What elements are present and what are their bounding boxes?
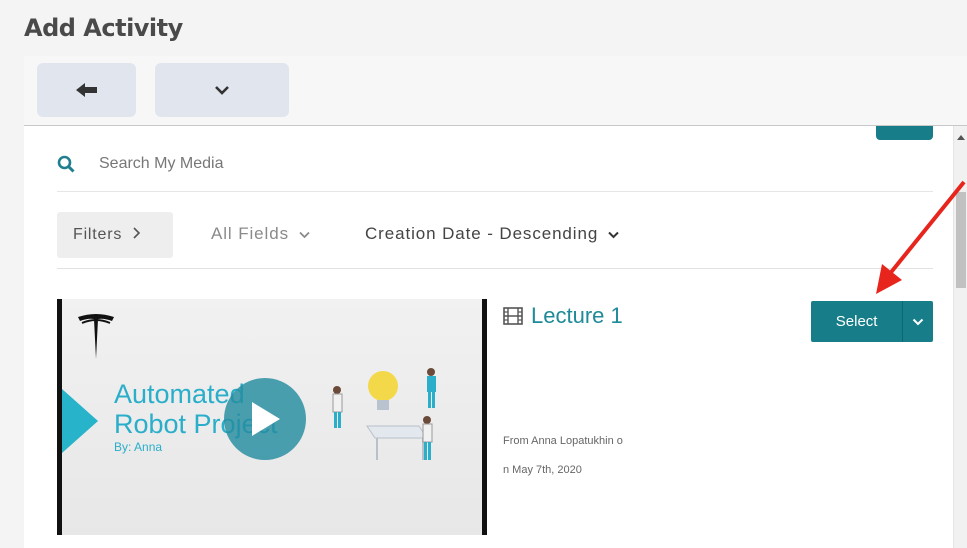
thumbnail-byline: By: Anna [114,440,163,454]
chevron-down-icon [215,86,229,95]
chevron-right-icon [132,226,141,244]
search-input[interactable] [97,153,601,174]
people-illustration-icon [332,368,436,460]
chevron-down-icon [912,318,924,325]
play-button[interactable] [224,378,306,460]
media-title-link[interactable]: Lecture 1 [503,303,623,329]
select-options-button[interactable] [902,301,933,342]
media-panel: Filters All Fields Creation Date - Desce… [24,126,953,548]
thumbnail-arrow-shape [62,389,98,453]
arrow-left-icon [75,83,97,97]
media-title: Lecture 1 [531,303,623,328]
chevron-down-icon [299,224,310,244]
fields-dropdown[interactable]: All Fields [211,224,310,244]
media-list-item: Automated Robot Project By: Anna Lecture… [24,269,953,548]
scroll-up-icon[interactable] [957,134,965,140]
more-options-button[interactable] [155,63,289,117]
search-bar [57,136,933,192]
media-meta: From Anna Lopatukhin o n May 7th, 2020 [503,427,653,485]
media-meta-line1: From Anna Lopatukhin o [503,435,623,447]
sort-label: Creation Date - Descending [365,224,599,243]
sort-dropdown[interactable]: Creation Date - Descending [365,224,619,244]
select-button-group: Select [811,301,933,342]
play-icon [252,402,280,436]
search-icon[interactable] [57,155,75,173]
filter-bar: Filters All Fields Creation Date - Desce… [57,202,933,269]
media-meta-line2: n May 7th, 2020 [503,464,582,476]
video-film-icon [503,307,523,325]
vertical-scrollbar[interactable] [953,126,967,548]
page-title: Add Activity [24,14,183,42]
thumbnail-title-line1: Automated [114,379,245,409]
back-button[interactable] [37,63,136,117]
select-button[interactable]: Select [811,301,902,342]
scrollbar-thumb[interactable] [956,192,966,288]
video-thumbnail[interactable]: Automated Robot Project By: Anna [57,299,487,535]
fields-label: All Fields [211,224,289,243]
chevron-down-icon [608,224,619,244]
tesla-logo-icon [78,314,114,359]
filters-label: Filters [73,226,123,243]
filters-button[interactable]: Filters [57,212,173,258]
toolbar [24,56,967,126]
